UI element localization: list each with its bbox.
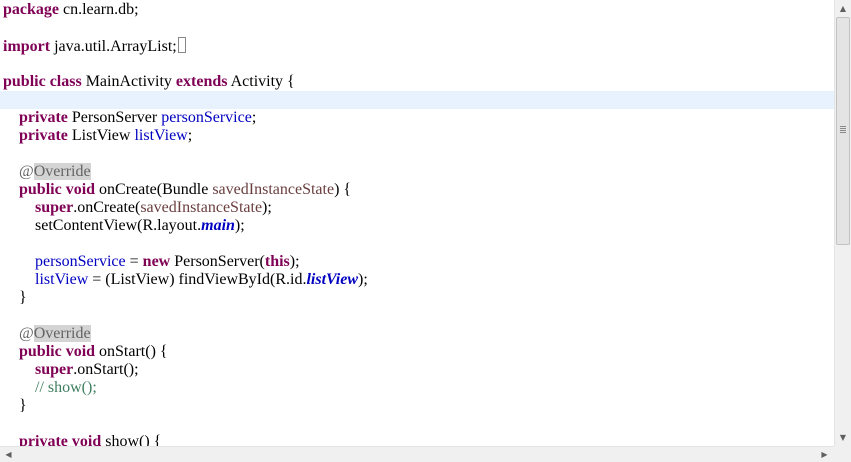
- closing-brace: }: [19, 289, 27, 306]
- code-text: Activity {: [227, 73, 295, 90]
- grip-line: [840, 128, 846, 129]
- code-text: setContentView(R.layout.: [35, 217, 202, 234]
- code-line-20[interactable]: public void onStart() {: [3, 343, 834, 361]
- code-line-13[interactable]: setContentView(R.layout.main);: [3, 217, 834, 235]
- keyword: private: [19, 433, 68, 446]
- comment: // show();: [35, 379, 97, 396]
- code-line-12[interactable]: super.onCreate(savedInstanceState);: [3, 199, 834, 217]
- code-line-17[interactable]: }: [3, 289, 834, 307]
- keyword: class: [49, 73, 82, 90]
- grip-line: [840, 126, 846, 127]
- code-text: .onCreate(: [73, 199, 141, 216]
- field-name: personService: [35, 253, 126, 270]
- parameter-name: savedInstanceState: [212, 181, 335, 198]
- code-line-21[interactable]: super.onStart();: [3, 361, 834, 379]
- field-name: listView: [35, 271, 89, 288]
- keyword: new: [142, 253, 171, 270]
- keyword: public: [19, 181, 62, 198]
- code-line-4[interactable]: [3, 55, 834, 73]
- code-line-8[interactable]: private ListView listView;: [3, 127, 834, 145]
- keyword: void: [65, 343, 96, 360]
- type-name: ListView: [67, 127, 135, 144]
- code-line-5[interactable]: public class MainActivity extends Activi…: [3, 73, 834, 91]
- field-name: personService: [161, 109, 252, 126]
- code-text: cn.learn.db;: [59, 1, 139, 18]
- parameter-name: savedInstanceState: [140, 199, 263, 216]
- keyword: public: [3, 73, 46, 90]
- annotation-name: Override: [33, 163, 91, 180]
- method-signature: onStart() {: [95, 343, 168, 360]
- type-name: PersonServer: [67, 109, 162, 126]
- code-line-10[interactable]: @Override: [3, 163, 834, 181]
- annotation-at: @: [19, 325, 34, 342]
- code-lines[interactable]: package cn.learn.db; import java.util.Ar…: [0, 1, 834, 446]
- keyword: super: [35, 361, 74, 378]
- keyword: private: [19, 109, 68, 126]
- code-line-9[interactable]: [3, 145, 834, 163]
- keyword: this: [264, 253, 290, 270]
- arrow-left-icon[interactable]: ◀: [0, 447, 17, 462]
- keyword: super: [35, 199, 74, 216]
- keyword: void: [65, 181, 96, 198]
- code-text: PersonServer(: [170, 253, 265, 270]
- code-text: );: [358, 271, 368, 288]
- code-line-7[interactable]: private PersonServer personService;: [3, 109, 834, 127]
- annotation-name: Override: [33, 325, 91, 342]
- horizontal-scrollbar[interactable]: ◀ ▶: [0, 446, 834, 462]
- keyword: void: [71, 433, 102, 446]
- static-field-name: listView: [306, 271, 359, 288]
- keyword: import: [3, 38, 51, 55]
- grip-line: [840, 130, 846, 131]
- code-line-15[interactable]: personService = new PersonServer(this);: [3, 253, 834, 271]
- code-text: .onStart();: [73, 361, 139, 378]
- arrow-down-icon[interactable]: ▼: [835, 429, 851, 446]
- code-text: );: [234, 217, 245, 234]
- code-line-16[interactable]: listView = (ListView) findViewById(R.id.…: [3, 271, 834, 289]
- code-line-23[interactable]: }: [3, 397, 834, 415]
- grip-line: [840, 132, 846, 133]
- current-line-highlight[interactable]: [0, 91, 834, 109]
- keyword: public: [19, 343, 62, 360]
- arrow-up-icon[interactable]: ▲: [835, 0, 851, 17]
- closing-brace: }: [19, 397, 27, 414]
- code-text: = (ListView) findViewById(R.id.: [88, 271, 307, 288]
- keyword: extends: [175, 73, 228, 90]
- vertical-scroll-thumb[interactable]: [836, 17, 850, 245]
- folded-imports-icon[interactable]: [177, 37, 186, 53]
- class-name: MainActivity: [81, 73, 176, 90]
- keyword: private: [19, 127, 68, 144]
- keyword: package: [3, 1, 59, 18]
- code-text: );: [289, 253, 300, 270]
- code-text: );: [262, 199, 272, 216]
- static-field-name: main: [201, 217, 235, 234]
- code-line-24[interactable]: [3, 415, 834, 433]
- code-text: ;: [187, 127, 193, 144]
- code-line-25[interactable]: private void show() {: [3, 433, 834, 446]
- code-line-11[interactable]: public void onCreate(Bundle savedInstanc…: [3, 181, 834, 199]
- code-text: ;: [251, 109, 257, 126]
- annotation-at: @: [19, 163, 34, 180]
- code-editor[interactable]: package cn.learn.db; import java.util.Ar…: [0, 0, 834, 446]
- code-text: =: [125, 253, 143, 270]
- code-text: java.util.ArrayList;: [50, 38, 177, 55]
- code-line-14[interactable]: [3, 235, 834, 253]
- code-line-3[interactable]: import java.util.ArrayList;: [3, 37, 834, 55]
- method-signature: show() {: [101, 433, 162, 446]
- code-line-2[interactable]: [3, 19, 834, 37]
- vertical-scrollbar[interactable]: ▲ ▼: [834, 0, 851, 446]
- arrow-right-icon[interactable]: ▶: [816, 447, 833, 462]
- code-line-1[interactable]: package cn.learn.db;: [3, 1, 834, 19]
- code-line-22[interactable]: // show();: [3, 379, 834, 397]
- code-text: ) {: [334, 181, 352, 198]
- code-line-19[interactable]: @Override: [3, 325, 834, 343]
- field-name: listView: [134, 127, 188, 144]
- scrollbar-corner: [834, 446, 851, 462]
- method-signature: onCreate(Bundle: [95, 181, 213, 198]
- code-line-18[interactable]: [3, 307, 834, 325]
